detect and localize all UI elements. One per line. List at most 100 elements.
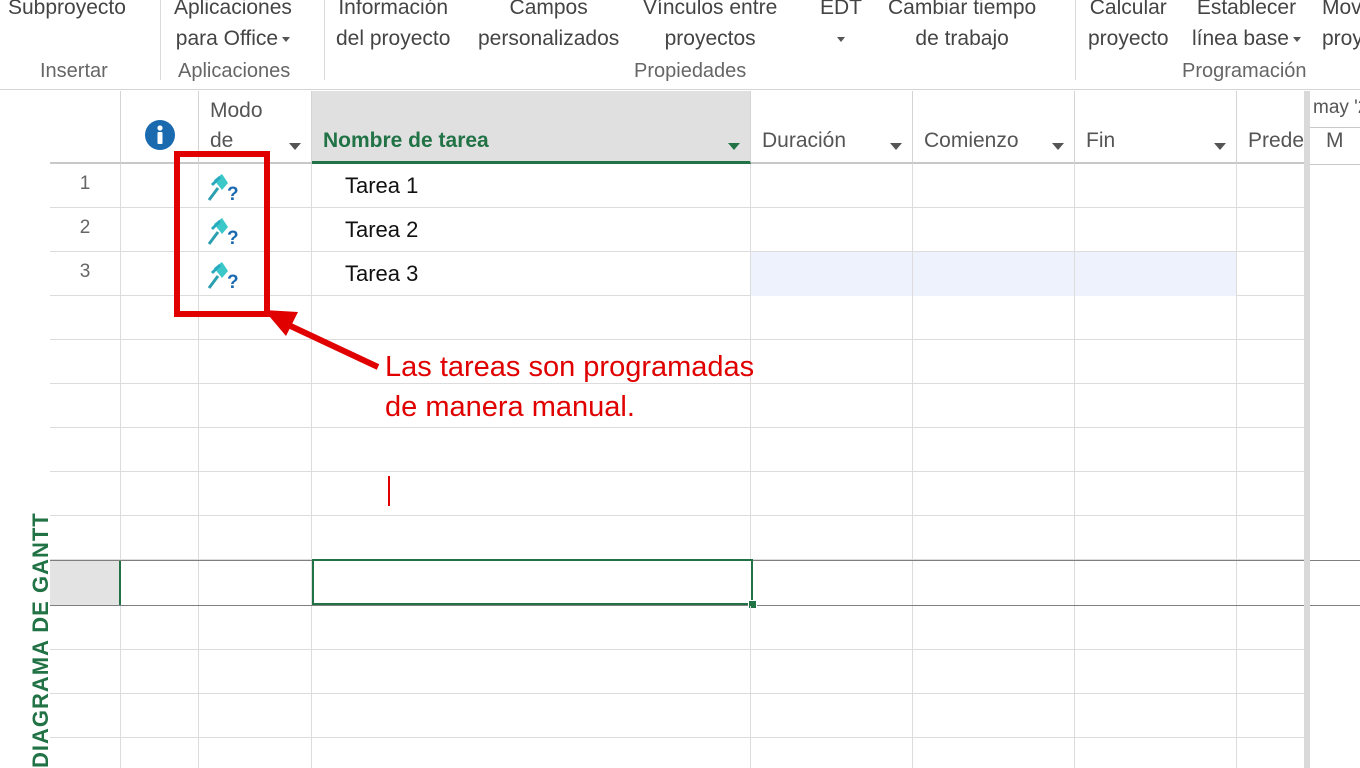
manual-schedule-pin-icon: ?: [207, 174, 239, 202]
gantt-timescale[interactable]: may '23 M: [1304, 91, 1360, 768]
mover-label-2: proyecto: [1322, 27, 1360, 50]
active-cell[interactable]: [312, 559, 757, 609]
informacion-proyecto-button[interactable]: Información del proyecto: [336, 0, 450, 54]
indicator-cell: [121, 208, 199, 252]
header-modo-tarea[interactable]: Modo de tarea: [199, 91, 312, 164]
group-label-aplicaciones: Aplicaciones: [178, 60, 291, 82]
predecesoras-cell[interactable]: [1237, 252, 1304, 296]
header-modo-line-2: de: [210, 129, 234, 152]
cambiar-tiempo-button[interactable]: Cambiar tiempo de trabajo: [888, 0, 1036, 54]
group-label-propiedades: Propiedades: [634, 60, 747, 82]
subproyecto-button[interactable]: Subproyecto: [8, 0, 126, 23]
chevron-down-icon[interactable]: [890, 143, 902, 150]
comienzo-cell[interactable]: [913, 252, 1075, 296]
campos-personalizados-button[interactable]: Campos personalizados: [478, 0, 619, 54]
task-name-cell[interactable]: Tarea 3: [312, 252, 751, 296]
mover-proyecto-button[interactable]: Mover proyecto: [1322, 0, 1360, 54]
header-predecesoras[interactable]: Predecesoras: [1237, 91, 1304, 164]
table-row[interactable]: 1 ? Tarea 1: [50, 164, 1304, 208]
table-row[interactable]: [50, 472, 1304, 516]
chevron-down-icon[interactable]: [1052, 143, 1064, 150]
header-modo-line-3: tarea: [210, 156, 263, 162]
timescale-day: M: [1326, 129, 1344, 152]
svg-text:?: ?: [227, 184, 239, 202]
fin-cell[interactable]: [1075, 252, 1237, 296]
ribbon: Subproyecto Aplicaciones para Office Inf…: [0, 0, 1360, 90]
row-number[interactable]: 2: [50, 208, 121, 252]
indicator-cell: [121, 252, 199, 296]
table-row[interactable]: 2 ? Tarea 2: [50, 208, 1304, 252]
group-label-programacion: Programación: [1182, 60, 1307, 82]
vinculos-proyectos-button[interactable]: Vínculos entre proyectos: [643, 0, 777, 54]
manual-schedule-pin-icon: ?: [207, 218, 239, 246]
header-fin[interactable]: Fin: [1075, 91, 1237, 164]
linea-base-label-2: línea base: [1192, 27, 1289, 50]
edt-button[interactable]: EDT: [820, 0, 862, 54]
row-number[interactable]: 3: [50, 252, 121, 296]
comienzo-cell[interactable]: [913, 164, 1075, 208]
subproyecto-label: Subproyecto: [8, 0, 126, 19]
group-separator: [324, 0, 325, 80]
table-row[interactable]: [50, 738, 1304, 768]
informacion-label-2: del proyecto: [336, 27, 451, 50]
duracion-cell[interactable]: [751, 164, 913, 208]
header-comienzo[interactable]: Comienzo: [913, 91, 1075, 164]
informacion-label-1: Información: [338, 0, 449, 19]
chevron-down-icon: [282, 36, 291, 42]
info-icon: [145, 120, 175, 150]
campos-label-2: personalizados: [478, 27, 620, 50]
header-nombre-tarea[interactable]: Nombre de tarea: [312, 91, 751, 164]
task-mode-cell[interactable]: ?: [199, 252, 312, 296]
comienzo-cell[interactable]: [913, 208, 1075, 252]
header-duracion[interactable]: Duración: [751, 91, 913, 164]
aplicaciones-office-button[interactable]: Aplicaciones para Office: [174, 0, 292, 54]
task-mode-cell[interactable]: ?: [199, 164, 312, 208]
vinculos-label-2: proyectos: [664, 27, 756, 50]
task-name-cell[interactable]: Tarea 2: [312, 208, 751, 252]
aplicaciones-label-1: Aplicaciones: [174, 0, 292, 19]
group-separator: [160, 0, 161, 80]
duracion-cell[interactable]: [751, 208, 913, 252]
row-selector[interactable]: [50, 561, 121, 605]
chevron-down-icon[interactable]: [1214, 143, 1226, 150]
cambiar-tiempo-label-2: de trabajo: [915, 27, 1009, 50]
predecesoras-cell[interactable]: [1237, 208, 1304, 252]
task-name-cell[interactable]: Tarea 1: [312, 164, 751, 208]
table-row[interactable]: [50, 296, 1304, 340]
task-sheet: Modo de tarea Nombre de tarea Duración C…: [50, 91, 1304, 768]
task-mode-cell[interactable]: ?: [199, 208, 312, 252]
header-predecesoras-label: Predecesoras: [1248, 129, 1304, 152]
group-separator: [1075, 0, 1076, 80]
calcular-proyecto-button[interactable]: Calcular proyecto: [1088, 0, 1169, 54]
table-row[interactable]: [50, 428, 1304, 472]
fin-cell[interactable]: [1075, 208, 1237, 252]
cambiar-tiempo-label-1: Cambiar tiempo: [888, 0, 1037, 19]
chevron-down-icon[interactable]: [728, 143, 740, 150]
aplicaciones-label-2: para Office: [175, 27, 279, 50]
campos-label-1: Campos: [509, 0, 588, 19]
linea-base-button[interactable]: Establecer línea base: [1192, 0, 1301, 54]
linea-base-label-1: Establecer: [1196, 0, 1297, 19]
selected-row[interactable]: [50, 559, 1304, 609]
header-comienzo-label: Comienzo: [924, 129, 1019, 152]
row-number[interactable]: 1: [50, 164, 121, 208]
svg-text:?: ?: [227, 272, 239, 290]
svg-text:?: ?: [227, 228, 239, 246]
select-all-corner[interactable]: [50, 91, 121, 164]
table-row[interactable]: [50, 384, 1304, 428]
duracion-cell[interactable]: [751, 252, 913, 296]
table-row[interactable]: [50, 650, 1304, 694]
annotation-text-line-2: de manera manual.: [385, 391, 635, 423]
header-modo-line-1: Modo: [210, 99, 263, 122]
header-indicators[interactable]: [121, 91, 199, 164]
table-row[interactable]: [50, 606, 1304, 650]
header-fin-label: Fin: [1086, 129, 1116, 152]
fin-cell[interactable]: [1075, 164, 1237, 208]
table-row[interactable]: [50, 694, 1304, 738]
predecesoras-cell[interactable]: [1237, 164, 1304, 208]
header-nombre-label: Nombre de tarea: [323, 129, 489, 152]
table-row[interactable]: 3 ? Tarea 3: [50, 252, 1304, 296]
table-row[interactable]: [50, 516, 1304, 560]
chevron-down-icon[interactable]: [289, 143, 301, 150]
manual-schedule-pin-icon: ?: [207, 262, 239, 290]
